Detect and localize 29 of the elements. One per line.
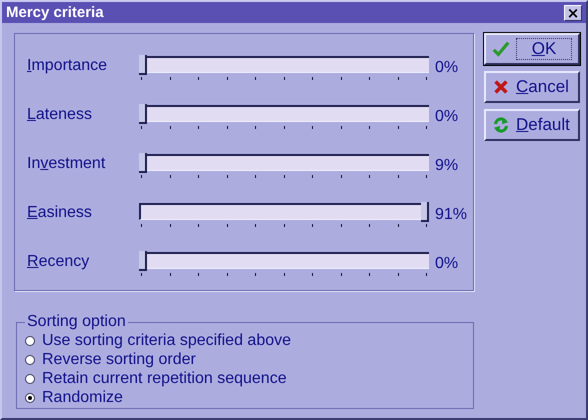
criterion-label: Investment xyxy=(27,154,106,173)
group-title: Sorting option xyxy=(26,313,127,331)
criterion-label: Lateness xyxy=(27,105,93,124)
radio-button[interactable] xyxy=(25,354,35,364)
refresh-icon xyxy=(492,116,510,134)
option-label: Retain current repetition sequence xyxy=(42,370,287,388)
slider-thumb[interactable] xyxy=(421,202,429,222)
cancel-button[interactable]: Cancel xyxy=(484,71,580,103)
criterion-label: Easiness xyxy=(27,203,93,222)
percent-reading: 91% xyxy=(435,205,468,224)
radio-button[interactable] xyxy=(25,374,35,384)
window-title: Mercy criteria xyxy=(6,4,104,21)
criterion-label: Recency xyxy=(27,252,90,271)
option-label: Use sorting criteria specified above xyxy=(42,332,292,350)
radio-button[interactable] xyxy=(25,336,35,346)
cross-icon xyxy=(492,78,510,96)
option-label: Reverse sorting order xyxy=(42,350,196,368)
close-button[interactable]: × xyxy=(564,4,582,20)
percent-reading: 0% xyxy=(435,58,458,77)
criterion-label: Importance xyxy=(27,56,108,75)
option-label: Randomize xyxy=(42,388,123,406)
percent-reading: 9% xyxy=(435,156,458,175)
percent-reading: 0% xyxy=(435,107,458,126)
default-button[interactable]: Default xyxy=(484,109,580,141)
radio-button[interactable] xyxy=(25,392,35,402)
slider[interactable] xyxy=(139,201,429,229)
check-icon xyxy=(492,40,510,58)
percent-reading: 0% xyxy=(435,254,458,273)
ok-button[interactable]: OK xyxy=(484,33,580,65)
